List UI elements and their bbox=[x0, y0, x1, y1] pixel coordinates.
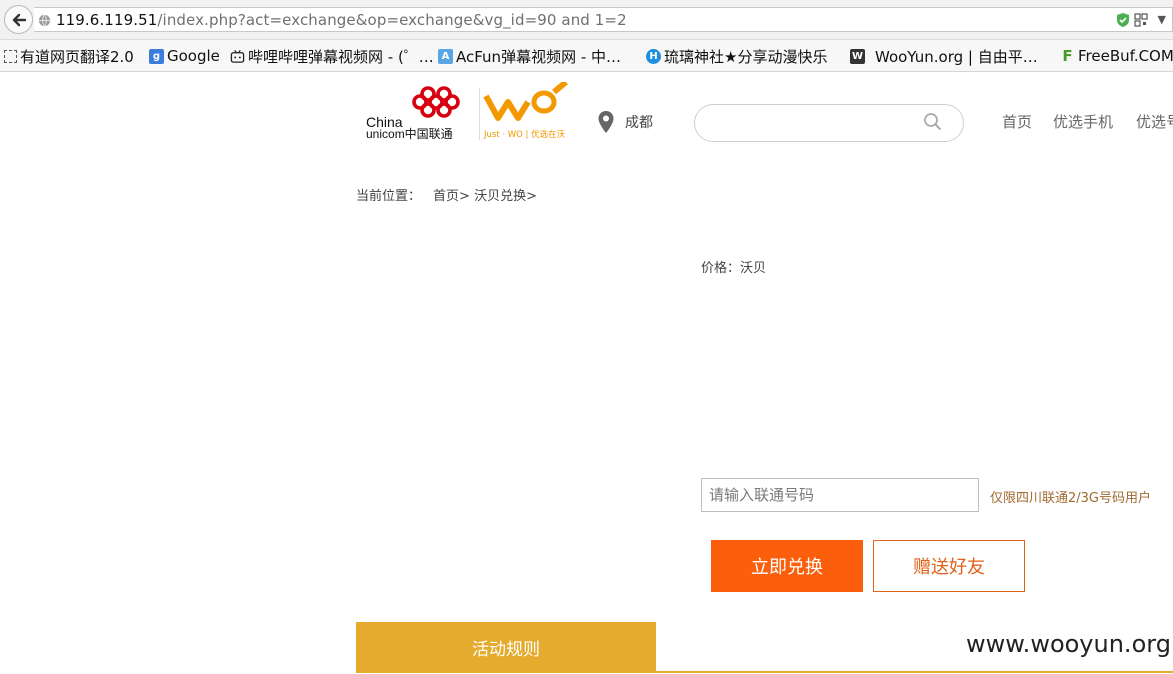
address-bar[interactable]: 119.6.119.51/index.php?act=exchange&op=e… bbox=[34, 7, 1173, 32]
search-box[interactable] bbox=[694, 104, 964, 142]
bookmark-acfun[interactable]: A AcFun弹幕视频网 - 中… bbox=[438, 46, 621, 66]
bookmark-bilibili[interactable]: 哔哩哔哩弹幕视频网 - (゜… bbox=[230, 46, 434, 66]
city-selector[interactable]: 成都 bbox=[597, 110, 653, 134]
phone-number-input[interactable] bbox=[701, 478, 979, 512]
bookmark-youdao[interactable]: 有道网页翻译2.0 bbox=[4, 46, 134, 66]
bookmark-label: 哔哩哔哩弹幕视频网 - (゜… bbox=[248, 47, 434, 66]
unicom-knot-icon: China unicom中国联通 bbox=[366, 86, 460, 141]
search-icon[interactable] bbox=[923, 112, 943, 132]
breadcrumb-home[interactable]: 首页> bbox=[433, 189, 470, 204]
bookmark-label: WooYun.org | 自由平… bbox=[875, 47, 1038, 66]
city-label: 成都 bbox=[625, 115, 653, 131]
bookmark-freebuf[interactable]: F FreeBuf.COM bbox=[1060, 46, 1173, 66]
globe-icon bbox=[38, 14, 51, 27]
bilibili-icon bbox=[230, 49, 245, 63]
bookmark-label: 有道网页翻译2.0 bbox=[20, 47, 134, 66]
phone-hint: 仅限四川联通2/3G号码用户 bbox=[990, 491, 1151, 506]
price-value: 沃贝 bbox=[740, 261, 767, 276]
bookmark-label: 琉璃神社★分享动漫快乐 bbox=[664, 47, 828, 66]
url-path: /index.php?act=exchange&op=exchange&vg_i… bbox=[157, 11, 627, 29]
dropdown-arrow-icon[interactable]: ▼ bbox=[1158, 13, 1166, 26]
bookmark-hacg[interactable]: H 琉璃神社★分享动漫快乐 bbox=[646, 46, 827, 66]
google-icon: g bbox=[149, 48, 164, 64]
bookmark-google[interactable]: g Google bbox=[149, 46, 220, 66]
url-host: 119.6.119.51 bbox=[56, 11, 158, 29]
nav-numbers[interactable]: 优选号 bbox=[1136, 111, 1173, 132]
back-arrow-icon bbox=[12, 13, 26, 26]
breadcrumb: 当前位置： 首页> 沃贝兑换> bbox=[356, 185, 537, 204]
hacg-icon: H bbox=[646, 48, 661, 64]
logo-unicom-text: unicom中国联通 bbox=[366, 126, 453, 141]
gift-friend-button[interactable]: 赠送好友 bbox=[873, 540, 1025, 592]
tab-activity-rules[interactable]: 活动规则 bbox=[356, 622, 656, 673]
bookmark-label: FreeBuf.COM bbox=[1078, 47, 1173, 65]
dotted-box-icon bbox=[4, 49, 17, 63]
watermark: www.wooyun.org bbox=[966, 630, 1171, 658]
china-unicom-logo[interactable]: China unicom中国联通 bbox=[364, 82, 474, 142]
nav-home[interactable]: 首页 bbox=[1002, 111, 1032, 132]
breadcrumb-label: 当前位置： bbox=[356, 189, 422, 204]
bookmarks-bar: 有道网页翻译2.0 g Google 哔哩哔哩弹幕视频网 - (゜… A AcF… bbox=[0, 40, 1173, 72]
location-pin-icon bbox=[598, 111, 614, 133]
wo-logo[interactable]: Just · WO | 优选在沃 bbox=[482, 79, 574, 142]
logo-slogan: Just · WO | 优选在沃 bbox=[483, 129, 566, 140]
acfun-icon: A bbox=[438, 48, 453, 64]
wooyun-icon: W bbox=[850, 48, 865, 64]
breadcrumb-current: 沃贝兑换> bbox=[474, 189, 537, 204]
browser-toolbar: 119.6.119.51/index.php?act=exchange&op=e… bbox=[0, 0, 1173, 40]
price-row: 价格：沃贝 bbox=[701, 257, 766, 276]
qr-code-icon[interactable] bbox=[1134, 13, 1148, 27]
wo-mark-icon: Just · WO | 优选在沃 bbox=[483, 79, 568, 140]
bookmark-label: AcFun弹幕视频网 - 中… bbox=[456, 47, 622, 66]
logo-divider bbox=[479, 88, 480, 140]
url-text: 119.6.119.51/index.php?act=exchange&op=e… bbox=[56, 11, 627, 29]
search-input[interactable] bbox=[709, 113, 909, 133]
back-button[interactable] bbox=[4, 5, 33, 34]
nav-phones[interactable]: 优选手机 bbox=[1053, 111, 1113, 132]
price-label: 价格： bbox=[701, 261, 741, 276]
bookmark-label: Google bbox=[167, 47, 220, 65]
freebuf-icon: F bbox=[1062, 47, 1073, 65]
shield-icon[interactable] bbox=[1116, 12, 1130, 28]
bookmark-wooyun[interactable]: W WooYun.org | 自由平… bbox=[850, 46, 1038, 66]
exchange-now-button[interactable]: 立即兑换 bbox=[711, 540, 863, 592]
